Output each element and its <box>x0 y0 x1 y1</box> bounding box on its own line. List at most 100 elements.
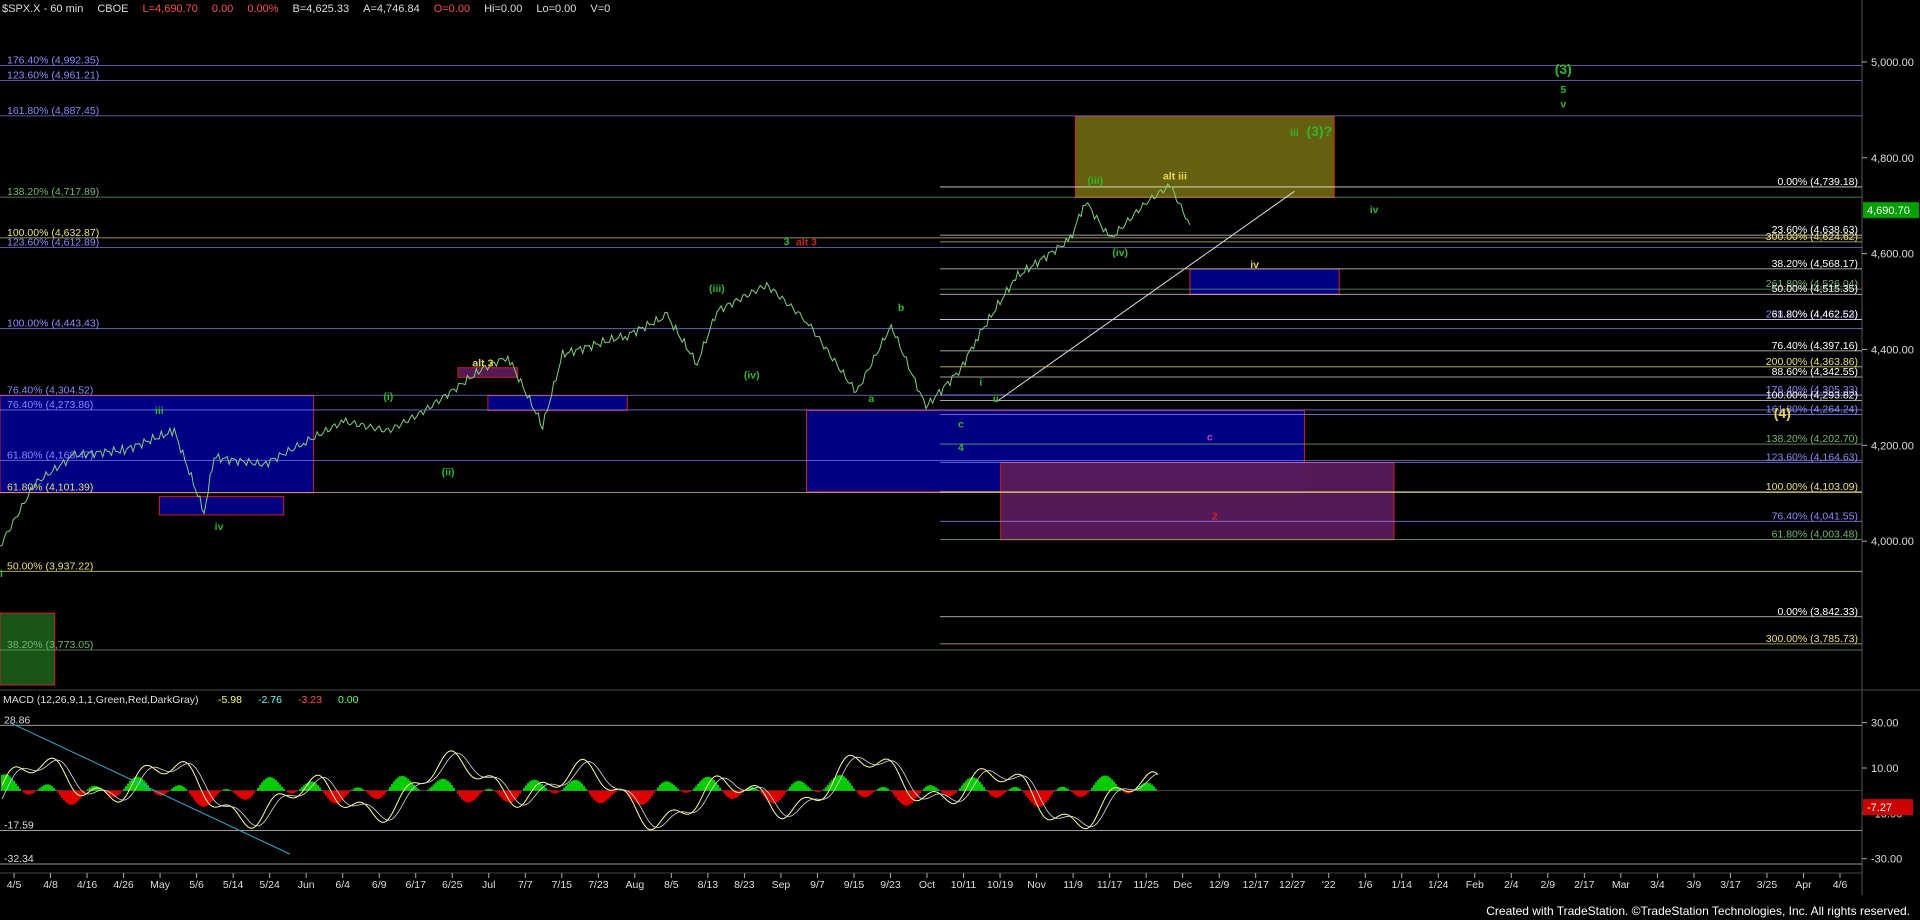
ask-label: A=4,746.84 <box>363 3 420 15</box>
time-tick-label-10: 6/9 <box>372 879 387 891</box>
time-tick-label-41: 2/4 <box>1504 879 1519 891</box>
fib-label-right-19: 0.00% (3,842.33) <box>1777 606 1858 618</box>
chart-header: $SPX.X - 60 min CBOE L=4,690.70 0.00 0.0… <box>2 3 624 17</box>
fib-label-right-15: 123.60% (4,164.63) <box>1766 451 1858 463</box>
time-tick-label-2: 4/16 <box>77 879 98 891</box>
wave-label-27: 2 <box>1212 511 1218 523</box>
fib-label-left-9: 61.80% (4,168.47) <box>7 449 93 461</box>
macd-value-3: 0.00 <box>338 694 359 706</box>
fib-label-left-5: 123.60% (4,612.89) <box>7 236 99 248</box>
fib-label-right-0: 0.00% (4,739.18) <box>1777 176 1858 188</box>
time-tick-label-13: Jul <box>482 879 495 891</box>
wave-label-26: iv <box>215 521 224 533</box>
wave-label-23: c <box>1207 432 1213 444</box>
price-tick-label-3: 4,400.00 <box>1871 345 1914 357</box>
time-tick-label-9: 6/4 <box>335 879 350 891</box>
wave-label-4: (3)? <box>1306 123 1332 139</box>
price-tick-label-2: 4,600.00 <box>1871 249 1914 261</box>
wave-label-14: alt 3 <box>472 357 493 369</box>
time-tick-label-19: 8/13 <box>698 879 719 891</box>
wave-label-2: v <box>1560 98 1566 110</box>
support-box-purple <box>1000 462 1395 541</box>
time-tick-label-5: 5/6 <box>189 879 204 891</box>
time-tick-label-14: 7/7 <box>518 879 533 891</box>
wave-label-8: (iv) <box>1112 247 1128 259</box>
time-tick-label-23: 9/15 <box>844 879 865 891</box>
fib-label-left-3: 138.20% (4,717.89) <box>7 186 99 198</box>
fib-label-left-0: 176.40% (4,992.35) <box>7 55 99 67</box>
wave-label-10: 3 <box>784 236 790 248</box>
fib-label-right-17: 76.40% (4,041.55) <box>1772 510 1858 522</box>
time-tick-label-35: 12/27 <box>1279 879 1305 891</box>
wave-label-5: (iii) <box>1087 175 1103 187</box>
box-blue-jul <box>487 395 628 411</box>
time-tick-label-28: Nov <box>1027 879 1046 891</box>
time-tick-label-46: 3/9 <box>1687 879 1702 891</box>
time-tick-label-42: 2/9 <box>1541 879 1556 891</box>
volume-label: V=0 <box>590 3 611 15</box>
fib-label-left-12: 38.20% (3,773.05) <box>7 639 93 651</box>
time-tick-label-31: 11/25 <box>1133 879 1159 891</box>
time-tick-label-37: 1/6 <box>1358 879 1373 891</box>
wave-label-6: alt iii <box>1163 170 1187 182</box>
fib-label-right-12: 100.00% (4,293.82) <box>1766 389 1858 401</box>
time-tick-label-43: 2/17 <box>1574 879 1595 891</box>
time-tick-label-24: 9/23 <box>880 879 901 891</box>
time-tick-label-12: 6/25 <box>442 879 463 891</box>
time-tick-label-25: Oct <box>919 879 935 891</box>
time-tick-label-47: 3/17 <box>1720 879 1741 891</box>
wave-label-12: (iii) <box>709 283 725 295</box>
change-pct-label: 0.00% <box>247 3 279 15</box>
time-tick-label-8: Jun <box>298 879 315 891</box>
time-tick-label-49: Apr <box>1795 879 1812 891</box>
wave-label-25: (ii) <box>442 467 455 479</box>
time-tick-label-48: 3/25 <box>1757 879 1778 891</box>
wave-label-28: ii <box>0 568 3 580</box>
exchange-label: CBOE <box>97 3 129 15</box>
fib-label-right-18: 61.80% (4,003.48) <box>1772 529 1858 541</box>
fib-label-left-8: 76.40% (4,273.86) <box>7 399 93 411</box>
wave-label-22: 4 <box>958 442 964 454</box>
price-tick-label-4: 4,200.00 <box>1871 440 1914 452</box>
time-tick-label-32: Dec <box>1173 879 1192 891</box>
time-tick-label-36: '22 <box>1322 879 1336 891</box>
price-tick-label-0: 5,000.00 <box>1871 57 1914 69</box>
time-tick-label-29: 11/9 <box>1063 879 1083 891</box>
time-tick-label-45: 3/4 <box>1650 879 1665 891</box>
last-price-box-label: 4,690.70 <box>1867 205 1910 217</box>
macd-tick-label-1: 10.00 <box>1871 763 1899 775</box>
fib-label-right-14: 138.20% (4,202.70) <box>1766 433 1858 445</box>
change-label: 0.00 <box>211 3 234 15</box>
macd-last-box-label: -7.27 <box>1867 802 1892 814</box>
open-label: O=0.00 <box>433 3 471 15</box>
price-chart[interactable]: 176.40% (4,992.35) 123.60% (4,961.21) 161.… <box>0 0 1920 920</box>
time-tick-label-30: 11/17 <box>1097 879 1123 891</box>
wave-label-20: ii <box>993 393 999 405</box>
time-tick-label-38: 1/14 <box>1392 879 1413 891</box>
fib-label-right-3: 38.20% (4,568.17) <box>1772 258 1858 270</box>
time-tick-label-17: Aug <box>625 879 644 891</box>
time-tick-label-34: 12/17 <box>1243 879 1269 891</box>
fib-label-left-2: 161.80% (4,887.45) <box>7 105 99 117</box>
time-tick-label-4: May <box>150 879 171 891</box>
fib-label-left-6: 100.00% (4,443.43) <box>7 318 99 330</box>
time-tick-label-27: 10/19 <box>987 879 1013 891</box>
last-price-label: L=4,690.70 <box>142 3 198 15</box>
time-tick-label-7: 5/24 <box>259 879 280 891</box>
symbol-label[interactable]: $SPX.X - 60 min <box>2 3 83 17</box>
fib-label-right-7: 61.80% (4,462.52) <box>1772 309 1858 321</box>
time-tick-label-50: 4/6 <box>1833 879 1848 891</box>
box-blue-left-small <box>158 496 285 516</box>
time-tick-label-6: 5/14 <box>223 879 244 891</box>
time-tick-label-1: 4/8 <box>43 879 58 891</box>
fib-label-left-10: 61.80% (4,101.39) <box>7 482 93 494</box>
macd-level-label-0: 28.86 <box>4 714 30 726</box>
time-tick-label-44: Mar <box>1612 879 1631 891</box>
time-tick-label-26: 10/11 <box>951 879 977 891</box>
fib-label-right-5: 50.00% (4,515.35) <box>1772 283 1858 295</box>
wave-label-18: a <box>868 393 874 405</box>
credit-text: Created with TradeStation. ©TradeStation… <box>1486 904 1910 918</box>
support-box-blue-small <box>1189 268 1340 295</box>
time-tick-label-15: 7/15 <box>552 879 573 891</box>
wave-label-9: iv <box>1250 259 1259 271</box>
